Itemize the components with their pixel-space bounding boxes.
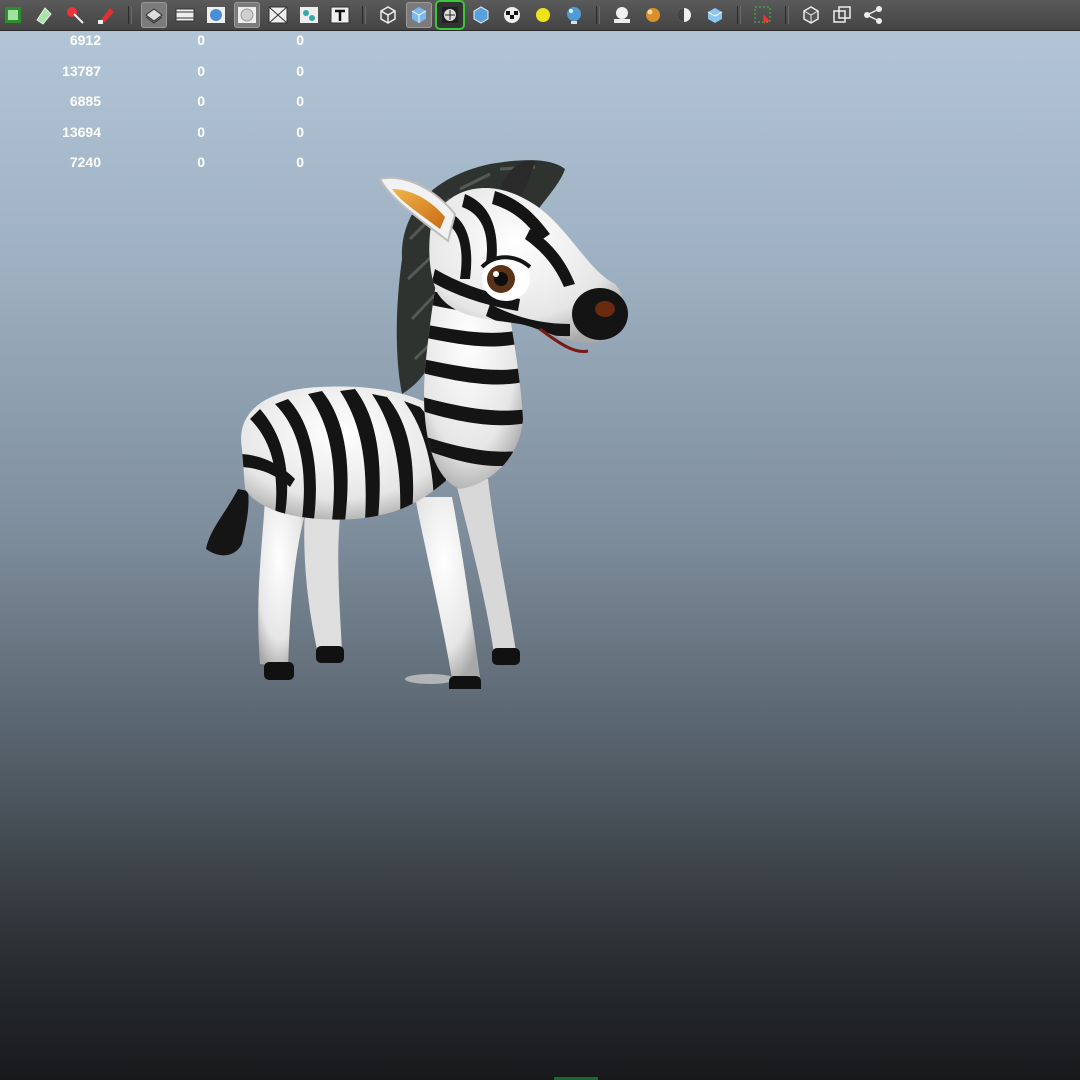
toolbar-separator — [362, 6, 366, 24]
text-button[interactable] — [327, 2, 353, 28]
xray-button[interactable] — [265, 2, 291, 28]
hud-value-col2: 0 — [197, 62, 205, 79]
toolbar-separator — [737, 6, 741, 24]
brush-button[interactable] — [93, 2, 119, 28]
brush-icon — [95, 4, 117, 26]
half-sphere-button[interactable] — [671, 2, 697, 28]
checker-icon — [501, 4, 523, 26]
select-region-button[interactable] — [750, 2, 776, 28]
hud-value-col2: 0 — [197, 32, 205, 48]
flat-shade-button[interactable] — [234, 2, 260, 28]
hud-value-col3: 0 — [296, 62, 304, 79]
checker-button[interactable] — [499, 2, 525, 28]
viewport-toolbar — [0, 0, 1080, 31]
text-icon — [329, 4, 351, 26]
hud-value-col3: 0 — [296, 93, 304, 109]
sphere-light-button[interactable] — [561, 2, 587, 28]
smooth-shade-icon — [205, 4, 227, 26]
share-graph-button[interactable] — [860, 2, 886, 28]
isolate-cube-button[interactable] — [798, 2, 824, 28]
3d-viewport[interactable]: 6912 0 0 13787 0 0 6885 0 0 13694 0 0 72… — [0, 31, 1080, 1080]
ground-shadow — [405, 674, 455, 684]
select-region-icon — [752, 4, 774, 26]
sphere-light-icon — [563, 4, 585, 26]
wireframe-on-shaded-button[interactable] — [141, 2, 167, 28]
cube-shaded-icon — [408, 4, 430, 26]
shadow-icon — [611, 4, 633, 26]
material-ball-icon — [642, 4, 664, 26]
light-bulb-button[interactable] — [530, 2, 556, 28]
cube-default-icon — [470, 4, 492, 26]
hoof — [492, 648, 520, 665]
flat-shade-icon — [236, 4, 258, 26]
cube-default-button[interactable] — [468, 2, 494, 28]
share-graph-icon — [862, 4, 884, 26]
wireframe-on-shaded-icon — [143, 4, 165, 26]
copy-frame-icon — [831, 4, 853, 26]
film-strip-icon — [2, 4, 24, 26]
isolate-cube-icon — [800, 4, 822, 26]
shadow-button[interactable] — [609, 2, 635, 28]
half-sphere-icon — [673, 4, 695, 26]
toolbar-separator — [596, 6, 600, 24]
texture-toggle-button[interactable] — [437, 2, 463, 28]
toolbar-separator — [785, 6, 789, 24]
cube-wire-icon — [377, 4, 399, 26]
film-strip-button[interactable] — [0, 2, 26, 28]
material-ball-button[interactable] — [640, 2, 666, 28]
hud-value-col2: 0 — [197, 93, 205, 109]
back-leg-right — [304, 509, 342, 654]
joints-icon — [298, 4, 320, 26]
paint-icon — [33, 4, 55, 26]
nostril — [595, 301, 615, 317]
hoof — [316, 646, 344, 663]
hud-value-col1: 13694 — [62, 123, 101, 140]
cube-blue-icon — [704, 4, 726, 26]
hud-value-col1: 6912 — [69, 32, 101, 48]
film-gate-button[interactable] — [172, 2, 198, 28]
zebra-model[interactable] — [190, 119, 640, 689]
hoof — [264, 662, 294, 680]
cube-blue-button[interactable] — [702, 2, 728, 28]
smooth-shade-button[interactable] — [203, 2, 229, 28]
back-leg-left — [258, 499, 305, 667]
cube-wire-button[interactable] — [375, 2, 401, 28]
xray-icon — [267, 4, 289, 26]
joints-button[interactable] — [296, 2, 322, 28]
magic-tool-icon — [64, 4, 86, 26]
texture-toggle-icon — [439, 4, 461, 26]
cube-shaded-button[interactable] — [406, 2, 432, 28]
hud-value-col1: 7240 — [69, 154, 101, 170]
magic-tool-button[interactable] — [62, 2, 88, 28]
hud-value-col3: 0 — [296, 32, 304, 48]
toolbar-separator — [128, 6, 132, 24]
paint-button[interactable] — [31, 2, 57, 28]
eye-highlight — [493, 271, 499, 277]
tail — [206, 489, 249, 556]
copy-frame-button[interactable] — [829, 2, 855, 28]
hud-value-col1: 6885 — [69, 93, 101, 109]
light-bulb-icon — [532, 4, 554, 26]
hoof — [449, 676, 481, 689]
film-gate-icon — [174, 4, 196, 26]
hud-value-col1: 13787 — [62, 62, 101, 79]
